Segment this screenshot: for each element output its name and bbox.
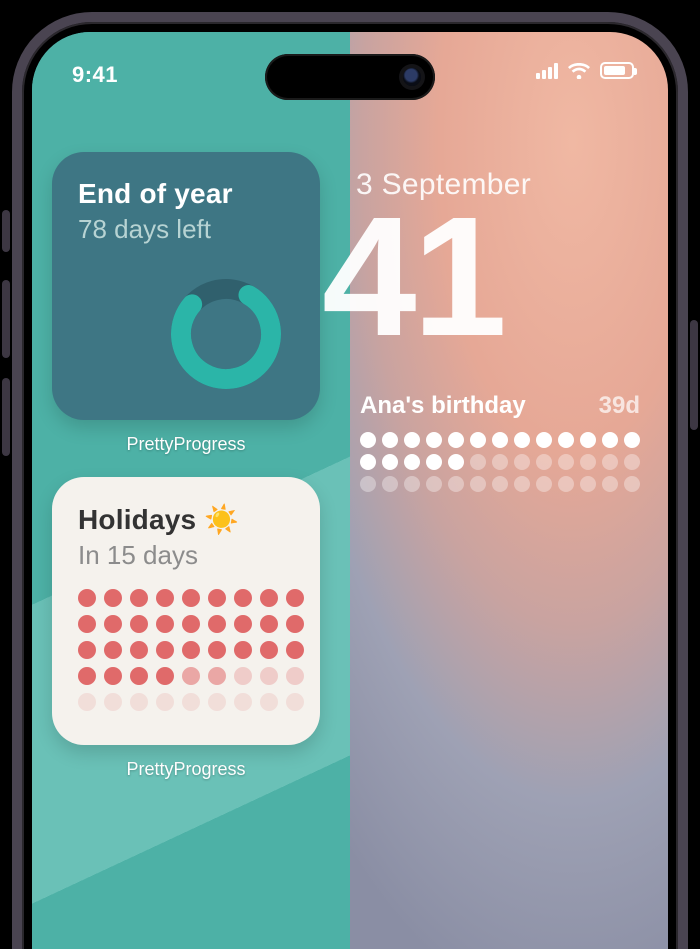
home-widgets: End of year 78 days left PrettyProgress — [32, 152, 350, 802]
phone-screen: 9:41 End of year 78 days left — [32, 32, 668, 949]
widget-subtitle: 78 days left — [78, 214, 294, 245]
widget-title: End of year — [78, 178, 294, 210]
phone-inner: 9:41 End of year 78 days left — [26, 26, 674, 949]
power-button[interactable] — [690, 320, 698, 430]
lock-screen-half: 3 September 41 Ana's birthday 39d — [350, 32, 668, 949]
stage: 9:41 End of year 78 days left — [0, 0, 700, 949]
status-time: 9:41 — [72, 62, 118, 88]
lock-countdown-dots — [360, 432, 640, 492]
front-camera-icon — [403, 68, 421, 86]
progress-ring-icon — [166, 274, 286, 394]
cellular-signal-icon — [536, 63, 558, 79]
lock-countdown-remaining: 39d — [599, 392, 640, 420]
mute-switch[interactable] — [2, 210, 10, 252]
widget-holidays[interactable]: Holidays ☀️ In 15 days — [52, 477, 320, 745]
wifi-icon — [568, 63, 590, 79]
countdown-dot-grid — [78, 589, 294, 711]
widget-end-of-year[interactable]: End of year 78 days left — [52, 152, 320, 420]
status-icons — [536, 62, 634, 79]
dynamic-island[interactable] — [265, 54, 435, 100]
battery-icon — [600, 62, 634, 79]
lock-clock: 41 — [322, 192, 503, 362]
widget-app-label: PrettyProgress — [52, 434, 320, 455]
phone-frame: 9:41 End of year 78 days left — [12, 12, 688, 949]
lock-countdown-widget[interactable]: Ana's birthday 39d — [360, 392, 640, 492]
widget-title: Holidays ☀️ — [78, 503, 294, 536]
widget-app-label: PrettyProgress — [52, 759, 320, 780]
lock-screen-content: 3 September 41 Ana's birthday 39d — [350, 32, 668, 949]
volume-down-button[interactable] — [2, 378, 10, 456]
lock-countdown-title: Ana's birthday — [360, 392, 526, 420]
widget-subtitle: In 15 days — [78, 540, 294, 571]
home-screen-half: 9:41 End of year 78 days left — [32, 32, 350, 949]
volume-up-button[interactable] — [2, 280, 10, 358]
